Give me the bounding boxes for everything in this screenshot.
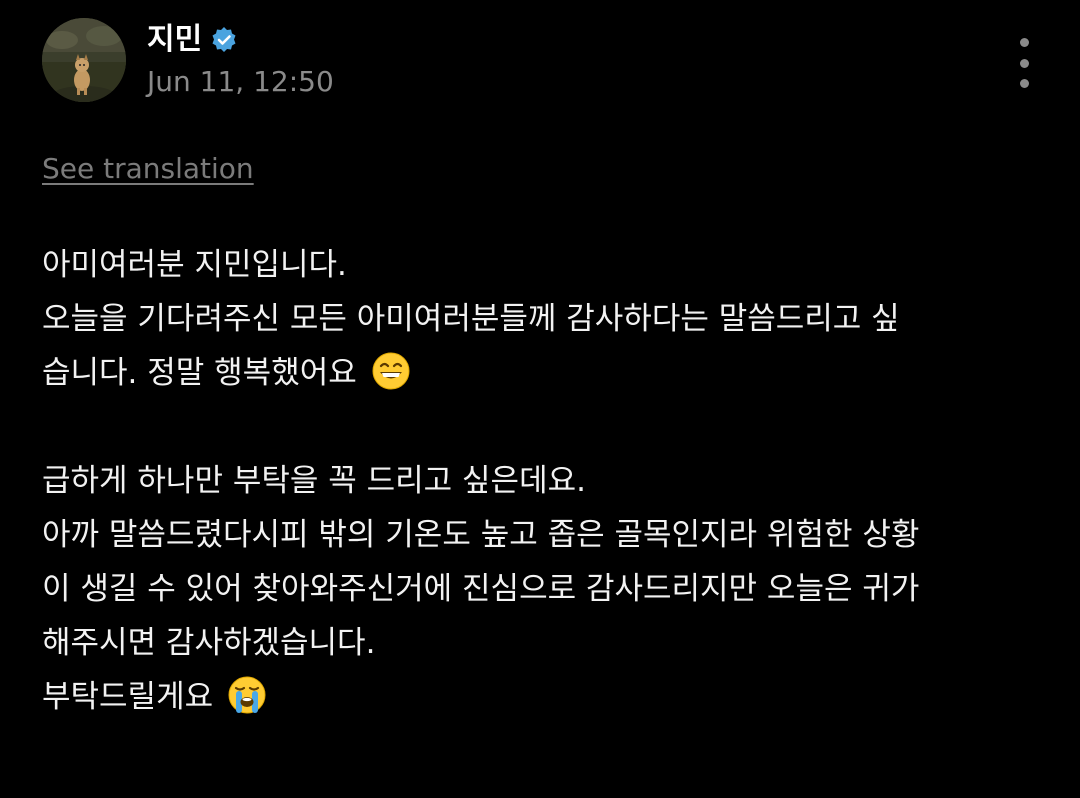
post-line: 아까 말씀드렸다시피 밖의 기온도 높고 좁은 골목인지라 위험한 상황 bbox=[42, 517, 920, 553]
post-line: 해주시면 감사하겠습니다. bbox=[42, 625, 376, 661]
vertical-ellipsis-icon bbox=[1019, 79, 1029, 88]
verified-badge-icon bbox=[210, 26, 238, 54]
see-translation-link[interactable]: See translation bbox=[42, 150, 254, 188]
post-line-text: 부탁드릴게요 bbox=[42, 679, 214, 715]
post-body: 아미여러분 지민입니다. 오늘을 기다려주신 모든 아미여러분들께 감사하다는 … bbox=[42, 238, 1052, 724]
vertical-ellipsis-icon bbox=[1019, 38, 1029, 47]
post-line-with-emoji: 습니다. 정말 행복했어요 bbox=[42, 346, 1052, 400]
author-avatar[interactable] bbox=[42, 18, 126, 102]
post-line-text: 습니다. 정말 행복했어요 bbox=[42, 355, 357, 391]
more-options-button[interactable] bbox=[1002, 38, 1046, 88]
author-name[interactable]: 지민 bbox=[147, 20, 202, 60]
dog-photo-avatar-icon bbox=[42, 18, 126, 102]
grinning-face-emoji-icon bbox=[371, 351, 411, 391]
author-name-row: 지민 bbox=[147, 20, 238, 60]
vertical-ellipsis-icon bbox=[1019, 58, 1029, 68]
post-header: 지민 Jun 11, 12:50 bbox=[42, 18, 1042, 106]
loudly-crying-face-emoji-icon bbox=[227, 675, 267, 715]
post-line: 오늘을 기다려주신 모든 아미여러분들께 감사하다는 말씀드리고 싶 bbox=[42, 301, 900, 337]
post-line: 이 생길 수 있어 찾아와주신거에 진심으로 감사드리지만 오늘은 귀가 bbox=[42, 571, 920, 607]
post-line-with-emoji: 부탁드릴게요 bbox=[42, 670, 1052, 724]
post-line: 급하게 하나만 부탁을 꼭 드리고 싶은데요. bbox=[42, 463, 586, 499]
post-line: 아미여러분 지민입니다. bbox=[42, 247, 347, 283]
post-timestamp: Jun 11, 12:50 bbox=[147, 65, 334, 98]
